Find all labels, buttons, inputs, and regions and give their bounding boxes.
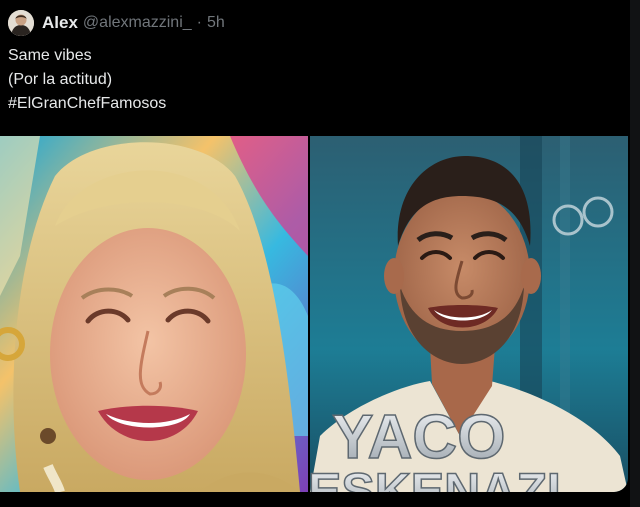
avatar-image — [8, 10, 34, 36]
tweet-text-line: (Por la actitud) — [8, 71, 113, 88]
name-overlay-top: YACO — [332, 403, 505, 472]
timeline-scrollbar[interactable] — [630, 0, 640, 507]
tweet-timestamp[interactable]: 5h — [207, 14, 225, 32]
media-image-left[interactable] — [0, 136, 308, 492]
tweet-media[interactable]: YACO ESKENAZI — [0, 136, 628, 492]
tweet-text: Same vibes (Por la actitud) #ElGranChefF… — [8, 44, 166, 116]
header-separator: · — [196, 14, 202, 31]
tweet-card[interactable]: Alex @alexmazzini_ · 5h Same vibes (Por … — [0, 0, 640, 507]
tweet-header: Alex @alexmazzini_ · 5h — [8, 10, 225, 36]
avatar[interactable] — [8, 10, 34, 36]
author-name[interactable]: Alex — [42, 13, 78, 33]
man-photo: YACO ESKENAZI — [310, 136, 628, 492]
author-handle[interactable]: @alexmazzini_ — [83, 14, 192, 32]
hashtag-link[interactable]: #ElGranChefFamosos — [8, 92, 166, 116]
woman-photo — [0, 136, 308, 492]
name-overlay-bottom: ESKENAZI — [310, 463, 561, 492]
tweet-text-line: Same vibes — [8, 47, 92, 64]
media-image-right[interactable]: YACO ESKENAZI — [310, 136, 628, 492]
